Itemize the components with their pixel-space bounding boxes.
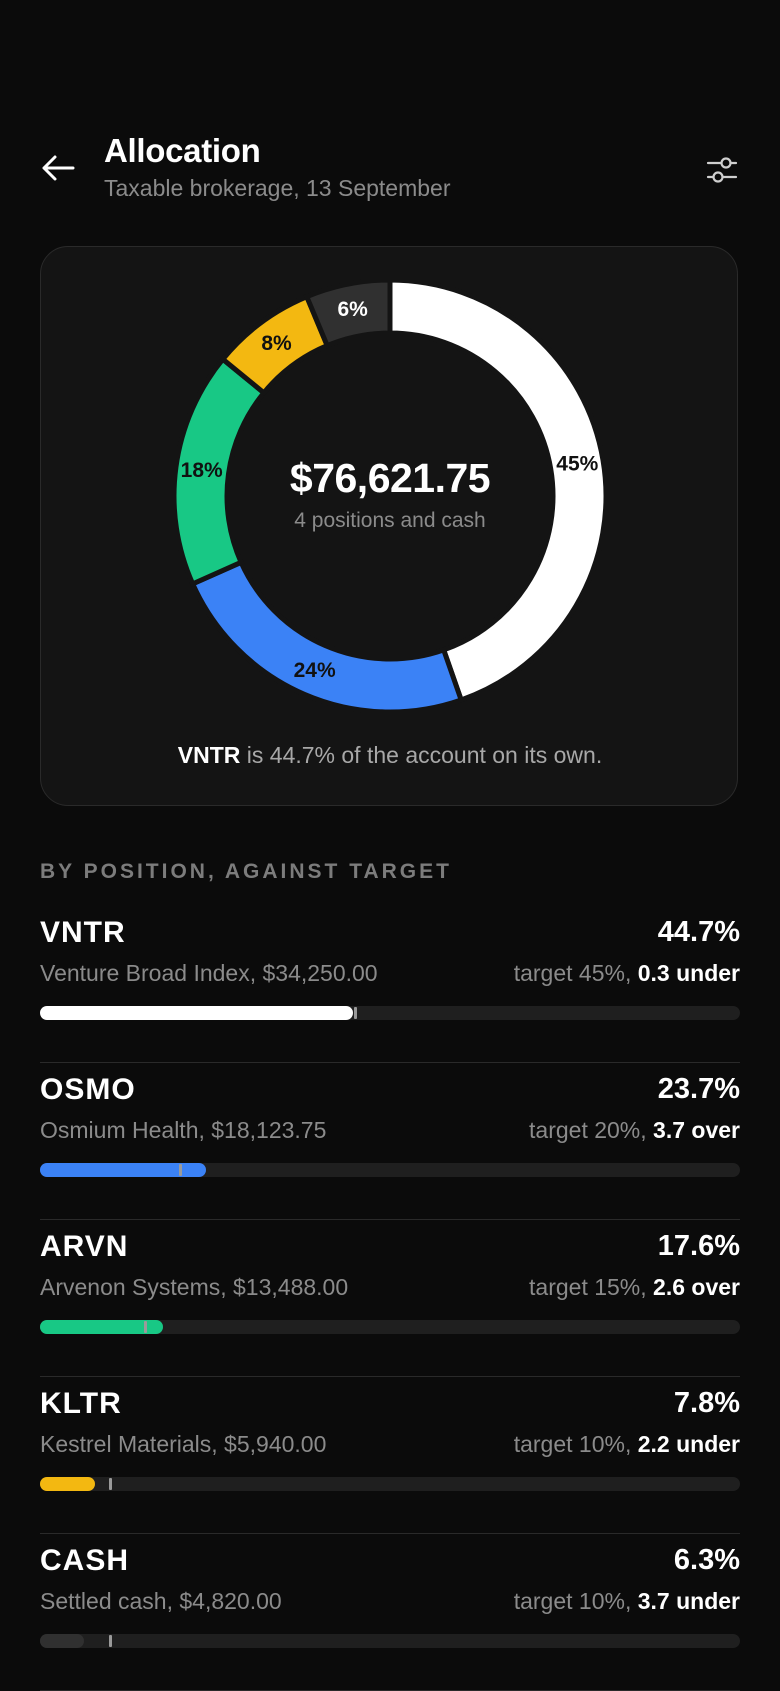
positions-list: VNTR 44.7% Venture Broad Index, $34,250.…: [40, 906, 740, 1691]
position-row-osmo[interactable]: OSMO 23.7% Osmium Health, $18,123.75 tar…: [40, 1063, 740, 1220]
target-marker: [354, 1007, 357, 1019]
target-prefix: target 10%,: [513, 1588, 638, 1614]
position-target: target 10%, 3.7 under: [514, 1588, 740, 1615]
allocation-card: 45% 24% 18% 8% 6% $76,621.75 4 positions and…: [40, 246, 738, 806]
allocation-bar: [40, 1477, 740, 1491]
position-ticker: VNTR: [40, 916, 126, 949]
donut-label-osmo: 24%: [294, 659, 336, 682]
target-delta: 2.6 over: [653, 1274, 740, 1300]
target-marker: [109, 1635, 112, 1647]
target-prefix: target 15%,: [529, 1274, 654, 1300]
sliders-icon: [706, 157, 738, 183]
target-delta: 0.3 under: [637, 960, 740, 986]
page-title: Allocation: [104, 132, 261, 169]
total-value: $76,621.75: [289, 455, 491, 501]
target-delta: 3.7 under: [637, 1588, 740, 1614]
target-prefix: target 20%,: [529, 1117, 654, 1143]
filter-button[interactable]: [700, 148, 744, 192]
back-button[interactable]: [38, 148, 78, 188]
target-delta: 2.2 under: [637, 1431, 740, 1457]
note-text: is 44.7% of the account on its own.: [240, 742, 603, 768]
position-target: target 10%, 2.2 under: [514, 1431, 740, 1458]
header: Allocation Taxable brokerage, 13 Septemb…: [0, 118, 780, 208]
target-marker: [109, 1478, 112, 1490]
note-ticker: VNTR: [177, 742, 241, 768]
position-target: target 20%, 3.7 over: [529, 1117, 740, 1144]
total-caption: 4 positions and cash: [294, 509, 486, 532]
target-marker: [179, 1164, 182, 1176]
allocation-bar: [40, 1320, 740, 1334]
position-row-kltr[interactable]: KLTR 7.8% Kestrel Materials, $5,940.00 t…: [40, 1377, 740, 1534]
position-percent: 17.6%: [657, 1230, 740, 1262]
position-row-vntr[interactable]: VNTR 44.7% Venture Broad Index, $34,250.…: [40, 906, 740, 1063]
allocation-bar: [40, 1006, 740, 1020]
position-row-cash[interactable]: CASH 6.3% Settled cash, $4,820.00 target…: [40, 1534, 740, 1691]
position-description: Kestrel Materials, $5,940.00: [40, 1431, 327, 1457]
donut-slice-osmo[interactable]: [189, 559, 465, 715]
position-ticker: KLTR: [40, 1387, 122, 1420]
position-description: Settled cash, $4,820.00: [40, 1588, 282, 1614]
target-prefix: target 10%,: [513, 1431, 638, 1457]
allocation-bar-fill: [40, 1634, 85, 1648]
allocation-bar-fill: [40, 1477, 95, 1491]
position-target: target 15%, 2.6 over: [529, 1274, 740, 1301]
target-delta: 3.7 over: [653, 1117, 740, 1143]
position-target: target 45%, 0.3 under: [514, 960, 740, 987]
position-description: Venture Broad Index, $34,250.00: [40, 960, 378, 986]
position-row-arvn[interactable]: ARVN 17.6% Arvenon Systems, $13,488.00 t…: [40, 1220, 740, 1377]
position-percent: 7.8%: [673, 1387, 740, 1419]
allocation-bar: [40, 1634, 740, 1648]
page-subtitle: Taxable brokerage, 13 September: [104, 175, 451, 201]
position-description: Arvenon Systems, $13,488.00: [40, 1274, 349, 1300]
position-percent: 23.7%: [657, 1073, 740, 1105]
donut-label-kltr: 8%: [261, 332, 292, 355]
position-ticker: OSMO: [40, 1073, 136, 1106]
allocation-bar-fill: [40, 1006, 353, 1020]
target-marker: [144, 1321, 147, 1333]
target-prefix: target 45%,: [513, 960, 638, 986]
position-percent: 44.7%: [657, 916, 740, 948]
position-percent: 6.3%: [673, 1544, 740, 1576]
position-description: Osmium Health, $18,123.75: [40, 1117, 327, 1143]
allocation-bar: [40, 1163, 740, 1177]
position-ticker: CASH: [40, 1544, 130, 1577]
donut-label-cash: 6%: [337, 298, 368, 321]
arrow-left-icon: [42, 155, 75, 181]
concentration-note: VNTR is 44.7% of the account on its own.: [41, 742, 739, 769]
position-ticker: ARVN: [40, 1230, 129, 1263]
section-label: BY POSITION, AGAINST TARGET: [40, 860, 452, 883]
